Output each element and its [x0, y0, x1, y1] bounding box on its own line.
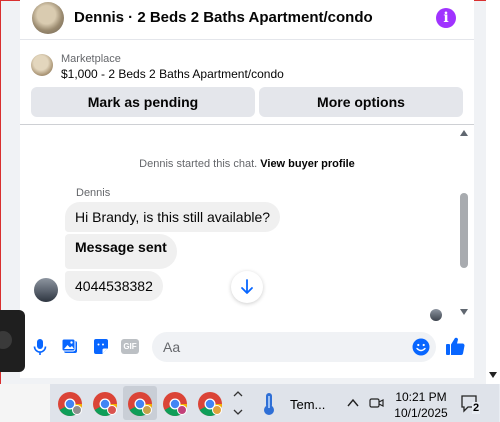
message-bubble[interactable]: Hi Brandy, is this still available? [65, 202, 281, 232]
chrome-icon[interactable] [92, 391, 118, 417]
emoji-icon[interactable] [412, 338, 430, 356]
view-buyer-profile-link[interactable]: View buyer profile [260, 158, 355, 170]
chat-title[interactable]: Dennis · 2 Beds 2 Baths Apartment/condo [74, 9, 373, 26]
clock-date: 10/1/2025 [394, 406, 448, 420]
taskbar-left-area [0, 384, 50, 422]
thermometer-icon[interactable] [262, 392, 276, 416]
photo-icon[interactable] [60, 337, 80, 357]
scroll-down-arrow[interactable] [460, 309, 468, 315]
scroll-up-arrow[interactable] [460, 130, 468, 136]
chrome-icon[interactable] [57, 391, 83, 417]
window-scroll-down-arrow[interactable] [489, 372, 497, 378]
system-message: Dennis started this chat. View buyer pro… [20, 158, 474, 170]
gif-icon[interactable]: GIF [121, 339, 139, 354]
chrome-icon[interactable] [127, 391, 153, 417]
chat-panel: Dennis · 2 Beds 2 Baths Apartment/condo … [20, 0, 474, 378]
arrow-down-icon [241, 279, 253, 294]
sender-avatar[interactable] [34, 278, 58, 302]
microphone-icon[interactable] [30, 337, 50, 357]
gif-label: GIF [123, 342, 137, 351]
more-options-button[interactable]: More options [259, 87, 463, 117]
clock-time: 10:21 PM [395, 390, 447, 404]
jump-to-latest-button[interactable] [231, 271, 263, 303]
listing-thumbnail[interactable] [31, 54, 53, 76]
chrome-icon[interactable] [197, 391, 223, 417]
message-bubble[interactable]: Message sent [65, 234, 177, 269]
divider [20, 124, 474, 125]
chat-avatar[interactable] [32, 2, 64, 34]
scroll-thumb[interactable] [460, 193, 468, 268]
sticker-icon[interactable] [91, 337, 111, 357]
message-bubble[interactable]: 4044538382 [65, 271, 163, 301]
chat-header: Dennis · 2 Beds 2 Baths Apartment/condo … [20, 0, 474, 40]
info-icon[interactable]: i [436, 8, 456, 28]
notification-count: 2 [472, 402, 481, 414]
message-input-placeholder: Aa [163, 339, 181, 355]
taskbar-clock[interactable]: 10:21 PM 10/1/2025 [391, 389, 451, 421]
read-receipt-avatar [430, 309, 442, 321]
window-scrollbar[interactable] [486, 0, 500, 384]
listing-title[interactable]: $1,000 - 2 Beds 2 Baths Apartment/condo [61, 67, 284, 81]
thumbs-up-icon[interactable] [444, 335, 466, 357]
message-input[interactable]: Aa [152, 332, 436, 362]
sender-name: Dennis [76, 187, 111, 199]
chevron-up-icon[interactable] [346, 396, 360, 410]
chrome-icon[interactable] [162, 391, 188, 417]
system-message-text: Dennis started this chat. [139, 158, 258, 170]
taskbar-overflow-arrows[interactable] [231, 384, 245, 422]
marketplace-label: Marketplace [61, 53, 121, 65]
notification-button[interactable]: 2 [459, 393, 481, 415]
video-meeting-icon[interactable] [369, 396, 385, 410]
weather-text[interactable]: Tem... [290, 397, 325, 412]
mark-as-pending-button[interactable]: Mark as pending [31, 87, 255, 117]
